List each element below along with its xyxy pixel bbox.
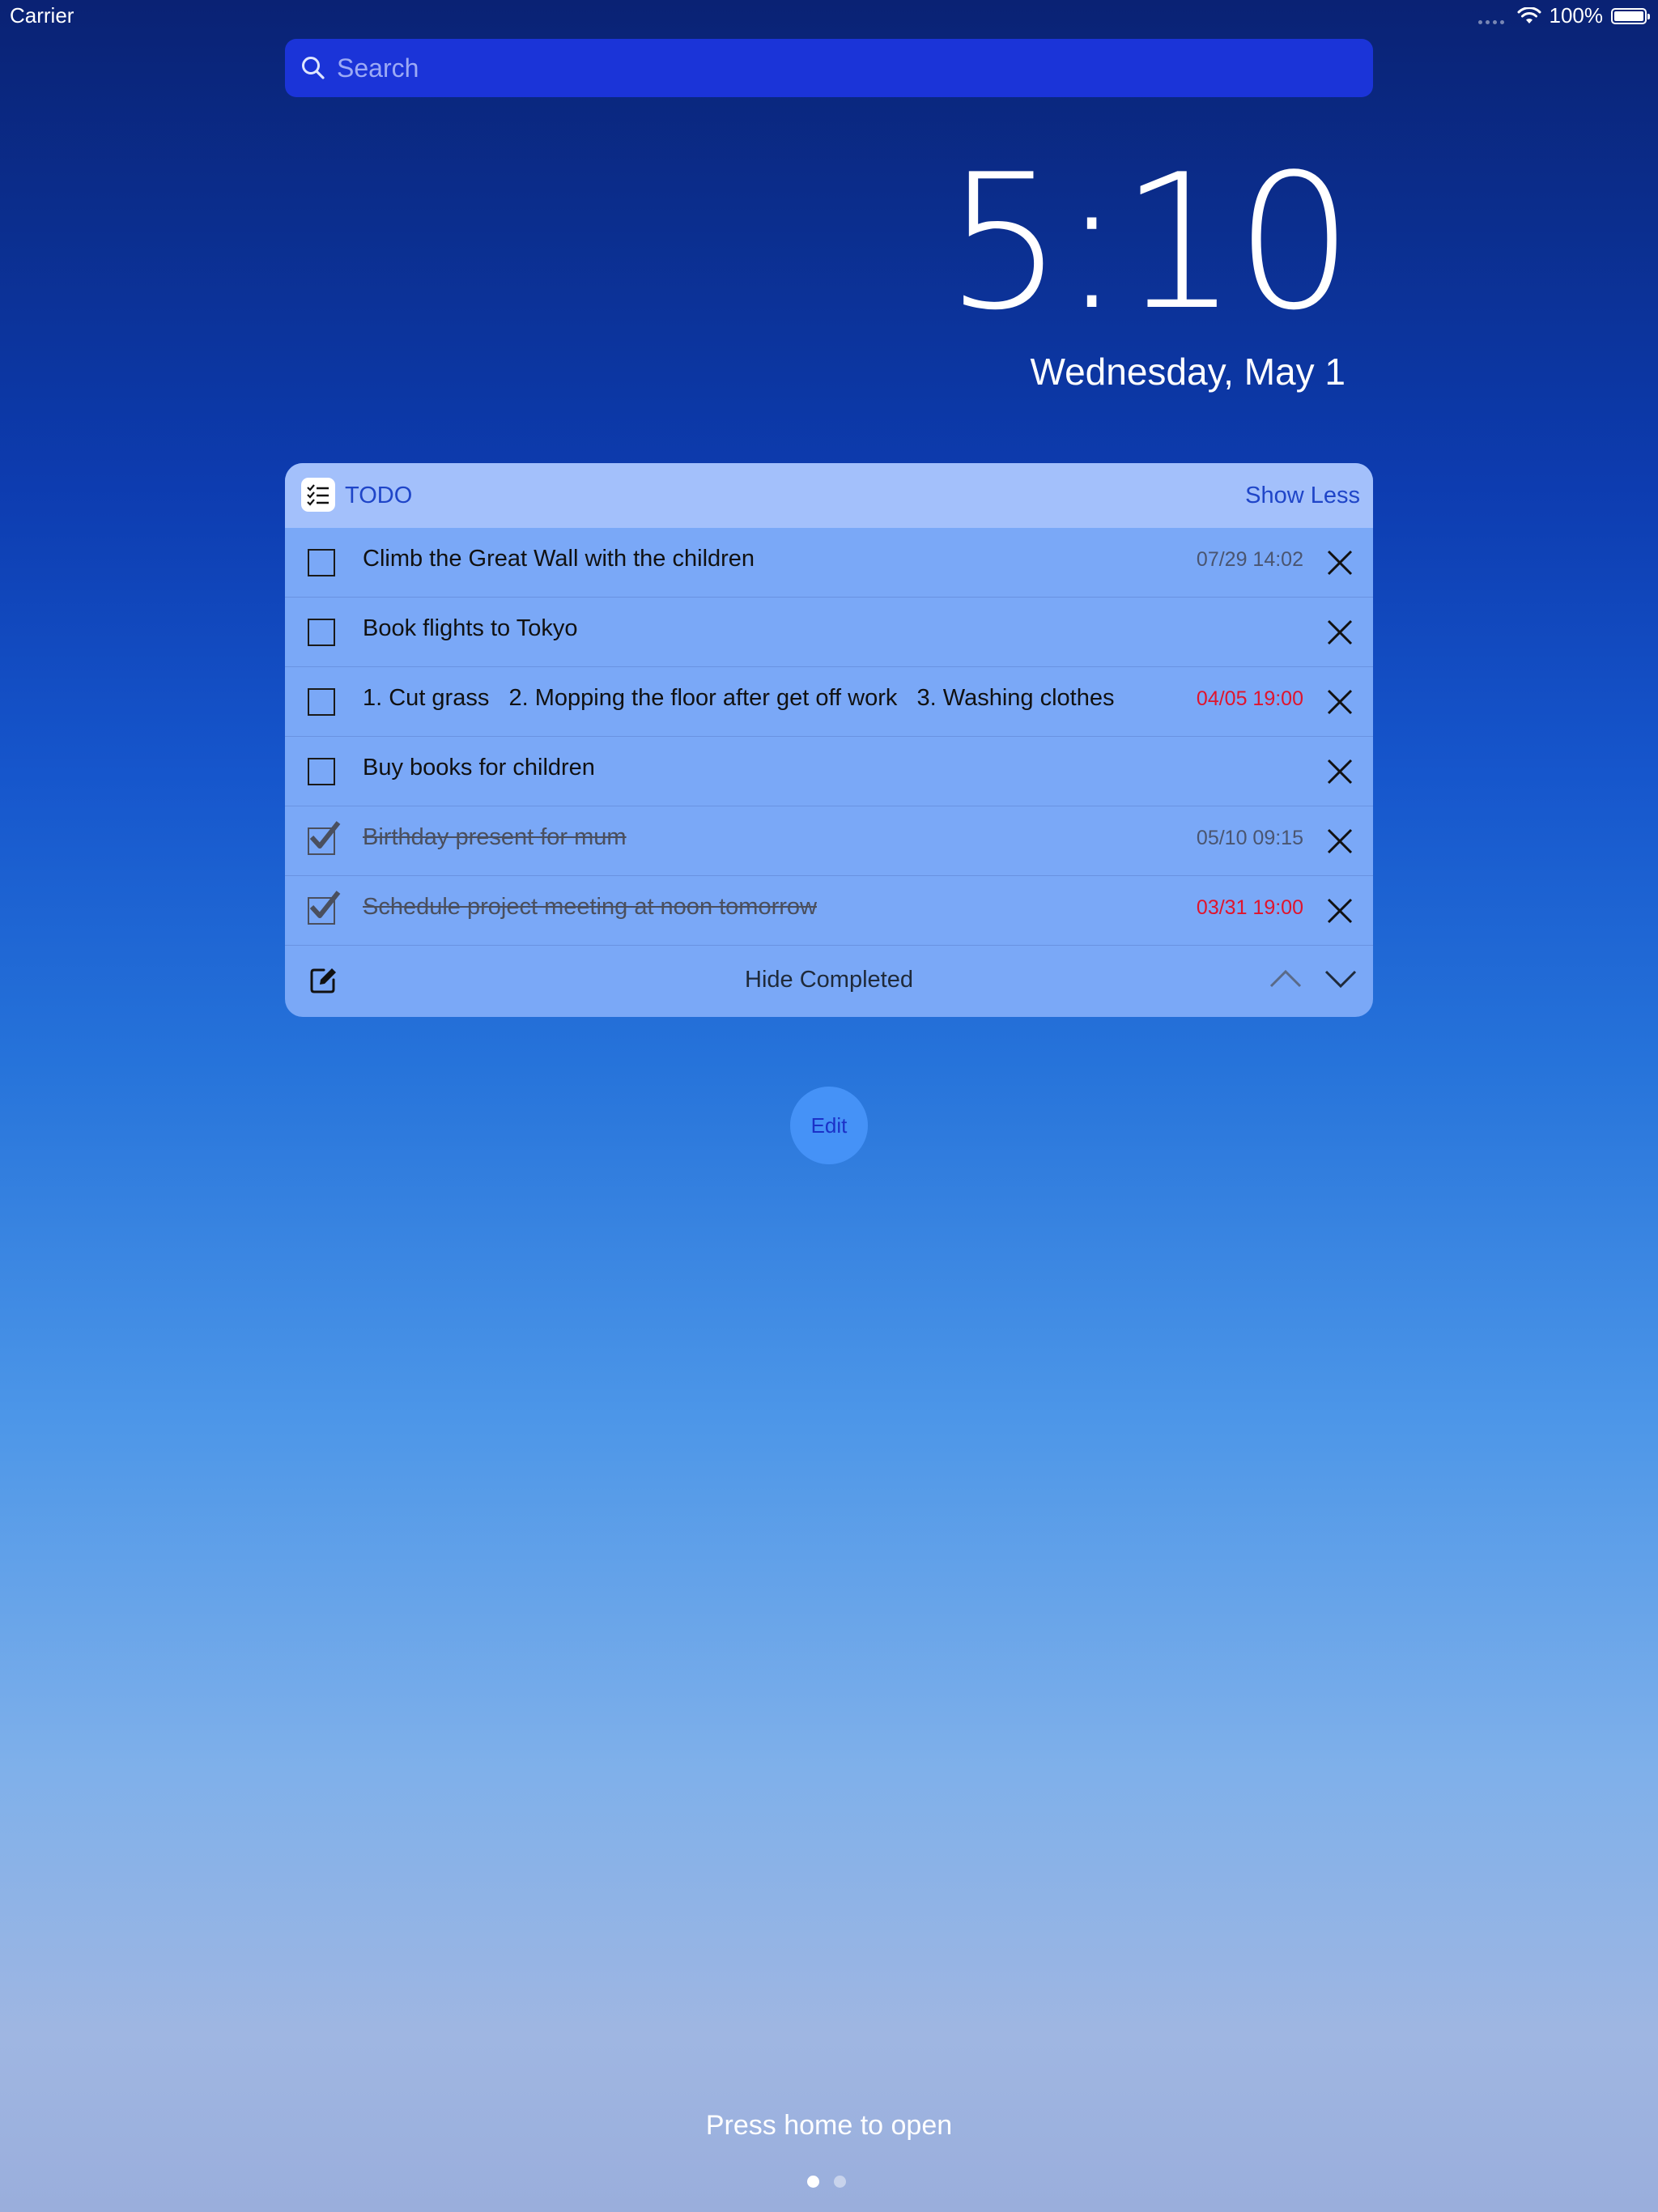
todo-widget: TODO Show Less Climb the Great Wall with… <box>285 463 1373 1017</box>
page-dot-active[interactable] <box>807 2176 819 2188</box>
chevron-down-icon[interactable] <box>1323 967 1358 991</box>
todo-text: Book flights to Tokyo <box>363 615 578 641</box>
search-input[interactable] <box>335 52 1310 84</box>
delete-icon[interactable] <box>1324 756 1355 787</box>
checklist-icon <box>301 478 335 512</box>
todo-row[interactable]: 1. Cut grass 2. Mopping the floor after … <box>285 667 1373 737</box>
widget-app-name: TODO <box>345 483 413 508</box>
battery-icon <box>1611 7 1650 24</box>
todo-text: 1. Cut grass 2. Mopping the floor after … <box>363 685 1115 711</box>
todo-row-completed[interactable]: Birthday present for mum 05/10 09:15 <box>285 806 1373 876</box>
todo-due-date-overdue: 04/05 19:00 <box>1196 687 1303 710</box>
delete-icon[interactable] <box>1324 617 1355 648</box>
todo-text: Birthday present for mum <box>363 824 627 850</box>
checkmark-icon <box>309 821 341 849</box>
todo-checkbox[interactable] <box>308 758 335 785</box>
todo-text: Schedule project meeting at noon tomorro… <box>363 894 817 920</box>
page-indicator[interactable] <box>807 2176 846 2188</box>
todo-checkbox[interactable] <box>308 619 335 646</box>
status-indicators: 100% <box>1477 3 1650 28</box>
search-bar[interactable] <box>285 39 1373 97</box>
todo-row[interactable]: Climb the Great Wall with the children 0… <box>285 528 1373 598</box>
todo-text: Buy books for children <box>363 755 595 781</box>
delete-icon[interactable] <box>1324 547 1355 578</box>
page-dot[interactable] <box>834 2176 846 2188</box>
delete-icon[interactable] <box>1324 826 1355 857</box>
widget-header[interactable]: TODO Show Less <box>285 463 1373 528</box>
hide-completed-button[interactable]: Hide Completed <box>745 967 913 993</box>
battery-percent: 100% <box>1549 3 1604 28</box>
lock-clock: 5:10 <box>945 135 1354 351</box>
lock-date: Wednesday, May 1 <box>1030 351 1346 393</box>
delete-icon[interactable] <box>1324 895 1355 926</box>
widget-footer: Hide Completed <box>285 946 1373 1015</box>
hide-completed-row: Hide Completed <box>285 967 1373 993</box>
edit-widgets-button[interactable]: Edit <box>790 1087 868 1164</box>
todo-checkbox-checked[interactable] <box>308 821 341 855</box>
search-icon <box>302 57 325 79</box>
show-less-button[interactable]: Show Less <box>1245 483 1360 509</box>
todo-due-date: 05/10 09:15 <box>1196 827 1303 849</box>
todo-due-date: 07/29 14:02 <box>1196 548 1303 571</box>
signal-dots-icon <box>1477 8 1504 24</box>
todo-row[interactable]: Buy books for children <box>285 737 1373 806</box>
status-bar: Carrier 100% <box>0 0 1658 32</box>
todo-row-completed[interactable]: Schedule project meeting at noon tomorro… <box>285 876 1373 946</box>
todo-checkbox[interactable] <box>308 549 335 576</box>
carrier-label: Carrier <box>10 3 74 28</box>
wifi-icon <box>1517 6 1541 23</box>
checkmark-icon <box>309 891 341 918</box>
todo-checkbox[interactable] <box>308 688 335 716</box>
chevron-up-icon[interactable] <box>1268 967 1303 991</box>
todo-row[interactable]: Book flights to Tokyo <box>285 598 1373 667</box>
todo-text: Climb the Great Wall with the children <box>363 546 755 572</box>
press-home-hint: Press home to open <box>705 2110 953 2141</box>
todo-due-date-overdue: 03/31 19:00 <box>1196 896 1303 919</box>
delete-icon[interactable] <box>1324 687 1355 717</box>
todo-checkbox-checked[interactable] <box>308 891 341 925</box>
